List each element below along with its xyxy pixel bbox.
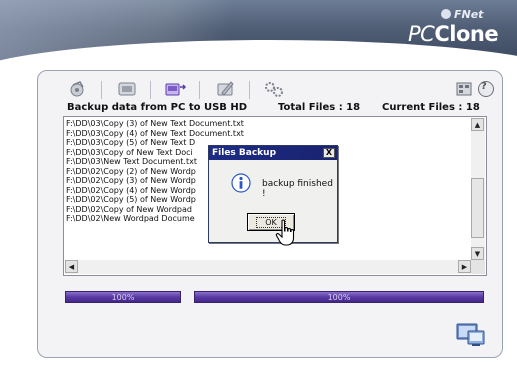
total-files: Total Files : 18 xyxy=(278,102,361,113)
schedule-icon[interactable] xyxy=(453,78,475,100)
dialog-titlebar: Files Backup xyxy=(209,146,337,160)
scroll-right-button[interactable]: ▶ xyxy=(458,260,471,273)
app-window: FNet PCClone EX ? Backup data from PC to… xyxy=(0,0,517,373)
horizontal-scrollbar[interactable]: ◀ ▶ xyxy=(65,260,471,274)
settings-tool-icon[interactable] xyxy=(263,78,285,100)
scrollbar-corner xyxy=(471,260,485,274)
help-label: ? xyxy=(481,81,487,92)
restore-tool-icon[interactable] xyxy=(116,78,138,100)
list-item: F:\DD\03\Copy (4) of New Text Document.t… xyxy=(66,128,244,138)
copy-tool-icon[interactable] xyxy=(165,78,187,100)
progress-bar-left: 100% xyxy=(65,291,181,303)
scroll-left-button[interactable]: ◀ xyxy=(65,260,78,273)
info-row: Backup data from PC to USB HD Total File… xyxy=(63,101,493,115)
scroll-thumb[interactable] xyxy=(471,178,484,238)
info-icon xyxy=(231,173,251,193)
brand-fnet-text: FNet xyxy=(454,8,484,21)
files-backup-dialog: Files Backup X backup finished ! OK xyxy=(208,145,338,243)
scroll-up-button[interactable]: ▲ xyxy=(471,118,484,131)
list-item: F:\DD\03\Copy (3) of New Text Document.t… xyxy=(66,119,244,128)
dialog-message: backup finished ! xyxy=(262,179,333,199)
help-icon[interactable]: ? xyxy=(475,78,497,100)
computer-monitor-icon[interactable] xyxy=(456,322,486,348)
dialog-title: Files Backup xyxy=(212,148,277,158)
progress-bar-right: 100% xyxy=(194,291,484,303)
hand-cursor-icon xyxy=(275,219,299,247)
brand-pcclone: PCClone EX xyxy=(408,22,517,70)
toolbar-separator xyxy=(199,81,200,99)
brand-fnet: FNet xyxy=(441,8,483,21)
toolbar-separator xyxy=(101,81,102,99)
toolbar-separator xyxy=(249,81,250,99)
fnet-logo-icon xyxy=(441,9,451,19)
current-files: Current Files : 18 xyxy=(382,102,480,113)
progress-right-label: 100% xyxy=(327,293,351,302)
scroll-down-button[interactable]: ▼ xyxy=(471,247,484,260)
header-banner: FNet PCClone EX xyxy=(0,0,517,72)
brand-prefix: PC xyxy=(408,22,435,46)
progress-left-label: 100% xyxy=(111,293,135,302)
dialog-close-button[interactable]: X xyxy=(323,148,335,158)
edit-tool-icon[interactable] xyxy=(215,78,237,100)
backup-tool-icon[interactable] xyxy=(67,78,89,100)
backup-title: Backup data from PC to USB HD xyxy=(67,102,248,113)
toolbar-separator xyxy=(150,81,151,99)
vertical-scrollbar[interactable]: ▲ ▼ xyxy=(471,118,485,260)
